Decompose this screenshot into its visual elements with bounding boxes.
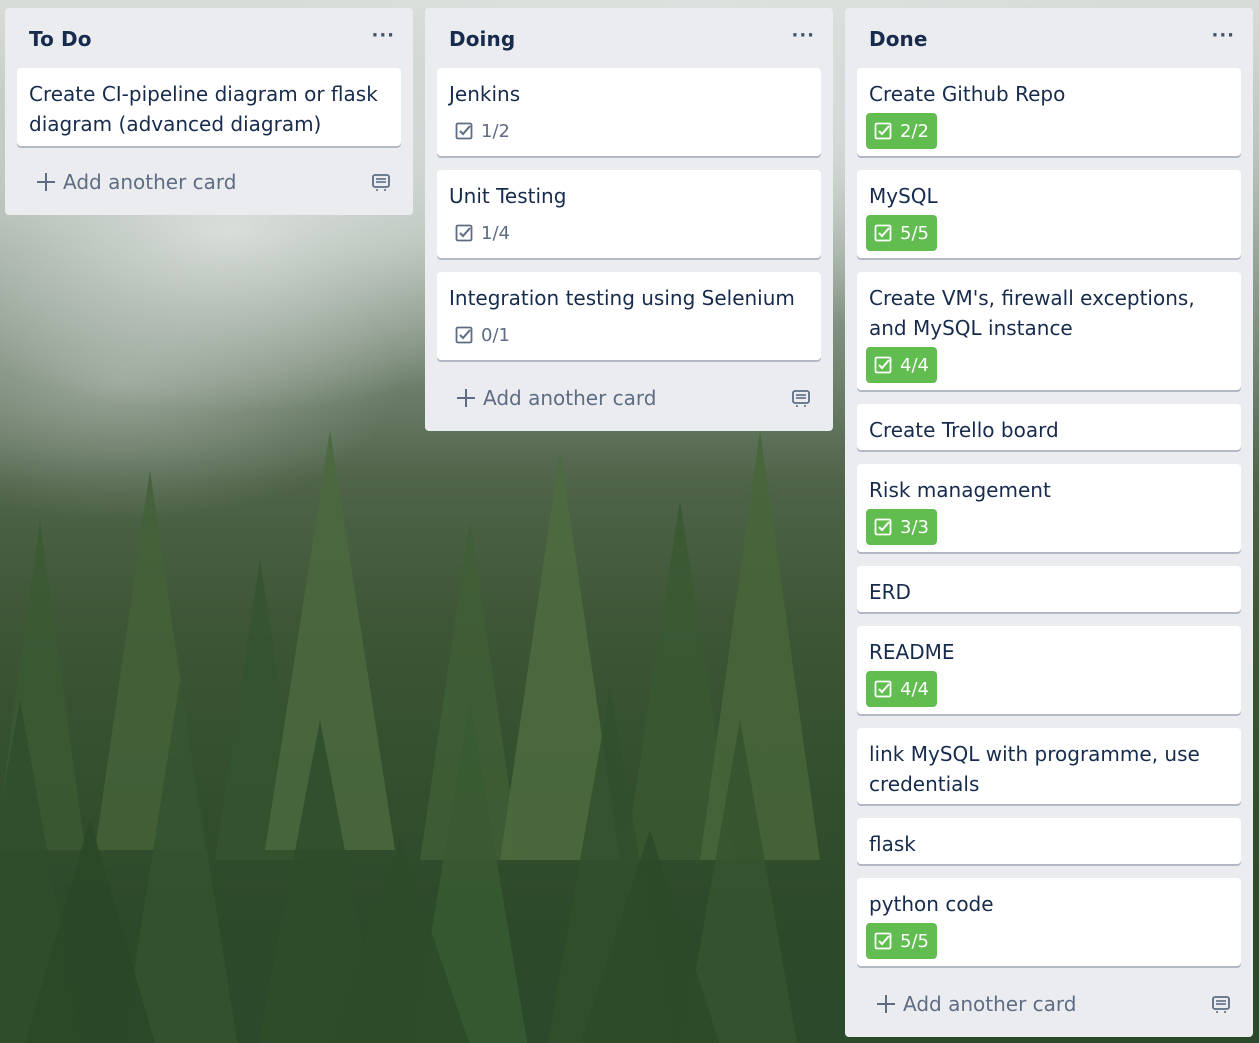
tree-shape (325, 840, 475, 1043)
checkbox-icon (455, 326, 473, 344)
checklist-count: 5/5 (900, 930, 929, 952)
more-icon[interactable]: ··· (371, 27, 395, 45)
card-title: Integration testing using Selenium (449, 286, 795, 310)
list-doing: Doing ··· Jenkins 1/2 Unit Testing 1/4 I… (425, 8, 833, 431)
card[interactable]: Create CI-pipeline diagram or flask diag… (17, 68, 401, 146)
checklist-badge: 4/4 (866, 671, 937, 707)
card-title: Create Trello board (869, 418, 1059, 442)
add-card-label: Add another card (483, 386, 657, 410)
card[interactable]: Create Github Repo 2/2 (857, 68, 1241, 156)
checklist-count: 1/4 (481, 222, 510, 244)
checklist-count: 4/4 (900, 354, 929, 376)
card[interactable]: ERD (857, 566, 1241, 612)
more-icon[interactable]: ··· (791, 27, 815, 45)
add-card-button[interactable]: Add another card (857, 982, 1241, 1026)
card-title: flask (869, 832, 916, 856)
more-icon[interactable]: ··· (1211, 27, 1235, 45)
card-title: Unit Testing (449, 184, 567, 208)
checklist-badge: 4/4 (866, 347, 937, 383)
list-title[interactable]: Done (869, 27, 928, 51)
checkbox-icon (874, 224, 892, 242)
checklist-count: 1/2 (481, 120, 510, 142)
card-template-icon[interactable] (371, 172, 391, 192)
list-header: Done ··· (845, 8, 1253, 68)
card[interactable]: python code 5/5 (857, 878, 1241, 966)
card-title: Risk management (869, 478, 1051, 502)
card-title: Create VM's, firewall exceptions, and My… (869, 286, 1195, 340)
checklist-badge: 2/2 (866, 113, 937, 149)
list-title[interactable]: Doing (449, 27, 515, 51)
card[interactable]: MySQL 5/5 (857, 170, 1241, 258)
card[interactable]: Risk management 3/3 (857, 464, 1241, 552)
checkbox-icon (874, 680, 892, 698)
card[interactable]: Unit Testing 1/4 (437, 170, 821, 258)
card-title: MySQL (869, 184, 938, 208)
card-title: python code (869, 892, 994, 916)
add-card-label: Add another card (63, 170, 237, 194)
checklist-badge: 1/4 (449, 215, 518, 251)
plus-icon (455, 387, 477, 409)
add-card-button[interactable]: Add another card (437, 376, 821, 420)
card-title: Jenkins (449, 82, 521, 106)
card-title: Create Github Repo (869, 82, 1066, 106)
card[interactable]: link MySQL with programme, use credentia… (857, 728, 1241, 804)
checkbox-icon (874, 122, 892, 140)
checkbox-icon (874, 518, 892, 536)
card-template-icon[interactable] (1211, 994, 1231, 1014)
card[interactable]: flask (857, 818, 1241, 864)
checklist-badge: 5/5 (866, 215, 937, 251)
list-title[interactable]: To Do (29, 27, 92, 51)
card-title: README (869, 640, 955, 664)
checkbox-icon (455, 122, 473, 140)
checkbox-icon (455, 224, 473, 242)
checkbox-icon (874, 356, 892, 374)
card-title: Create CI-pipeline diagram or flask diag… (29, 82, 378, 136)
checklist-count: 2/2 (900, 120, 929, 142)
checklist-count: 0/1 (481, 324, 510, 346)
list-done: Done ··· Create Github Repo 2/2 MySQL 5/… (845, 8, 1253, 1037)
checklist-count: 3/3 (900, 516, 929, 538)
checklist-count: 5/5 (900, 222, 929, 244)
checklist-badge: 0/1 (449, 317, 518, 353)
card-template-icon[interactable] (791, 388, 811, 408)
tree-shape (575, 830, 725, 1043)
checkbox-icon (874, 932, 892, 950)
add-card-label: Add another card (903, 992, 1077, 1016)
plus-icon (35, 171, 57, 193)
list-to-do: To Do ··· Create CI-pipeline diagram or … (5, 8, 413, 215)
card-title: link MySQL with programme, use credentia… (869, 742, 1200, 796)
list-header: Doing ··· (425, 8, 833, 68)
checklist-count: 4/4 (900, 678, 929, 700)
list-header: To Do ··· (5, 8, 413, 68)
card[interactable]: Jenkins 1/2 (437, 68, 821, 156)
card[interactable]: Integration testing using Selenium 0/1 (437, 272, 821, 360)
board-background: To Do ··· Create CI-pipeline diagram or … (0, 0, 1259, 1043)
card[interactable]: Create VM's, firewall exceptions, and My… (857, 272, 1241, 390)
checklist-badge: 1/2 (449, 113, 518, 149)
card-title: ERD (869, 580, 911, 604)
plus-icon (875, 993, 897, 1015)
checklist-badge: 5/5 (866, 923, 937, 959)
checklist-badge: 3/3 (866, 509, 937, 545)
card[interactable]: Create Trello board (857, 404, 1241, 450)
add-card-button[interactable]: Add another card (17, 160, 401, 204)
card[interactable]: README 4/4 (857, 626, 1241, 714)
tree-shape (20, 820, 160, 1043)
